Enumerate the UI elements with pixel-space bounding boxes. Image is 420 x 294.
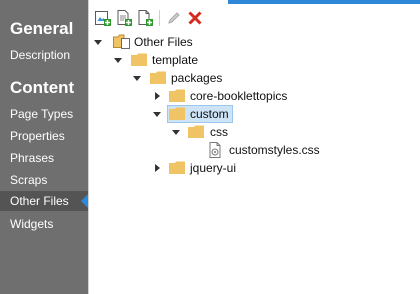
tree-node-packages[interactable]: packages	[89, 69, 420, 87]
tree-node-label: core-booklettopics	[190, 89, 288, 103]
file-tree: Other Files template packages core-bookl…	[89, 32, 420, 294]
root-folder-icon	[113, 34, 130, 49]
sidebar-item-widgets[interactable]: Widgets	[0, 214, 88, 234]
folder-icon	[150, 71, 166, 84]
add-file-icon	[117, 10, 132, 26]
add-file-button[interactable]	[115, 9, 133, 27]
folder-icon	[169, 89, 185, 102]
sidebar-item-scraps[interactable]: Scraps	[0, 170, 88, 190]
content-heading: Content	[10, 78, 75, 97]
general-heading: General	[10, 19, 74, 38]
collapse-toggle[interactable]	[92, 36, 104, 48]
sidebar-item-properties[interactable]: Properties	[0, 126, 88, 146]
tree-node-template[interactable]: template	[89, 51, 420, 69]
delete-button[interactable]	[186, 9, 204, 27]
folder-icon	[131, 53, 147, 66]
tree-node-other-files[interactable]: Other Files	[89, 33, 420, 51]
collapse-toggle[interactable]	[112, 54, 124, 66]
tree-node-label: customstyles.css	[229, 143, 320, 157]
tree-node-label: packages	[171, 71, 223, 85]
tree-node-label: template	[152, 53, 199, 67]
tree-node-label: custom	[190, 107, 229, 121]
tree-node-css[interactable]: css	[89, 123, 420, 141]
upload-file-icon	[138, 10, 153, 26]
css-file-icon	[209, 142, 221, 158]
tree-node-label: jquery-ui	[190, 161, 237, 175]
expand-toggle[interactable]	[151, 162, 163, 174]
tree-node-jquery-ui[interactable]: jquery-ui	[89, 159, 420, 177]
sidebar-item-description[interactable]: Description	[0, 45, 88, 65]
file-toolbar	[89, 4, 420, 32]
sidebar-item-page-types[interactable]: Page Types	[0, 104, 88, 124]
tree-node-custom[interactable]: custom	[89, 105, 420, 123]
settings-sidebar: General Description Content Page Types P…	[0, 0, 88, 294]
sidebar-item-other-files[interactable]: Other Files	[0, 191, 88, 211]
expand-toggle[interactable]	[151, 90, 163, 102]
add-folder-icon	[95, 11, 111, 26]
edit-button[interactable]	[165, 9, 183, 27]
active-item-pointer	[81, 194, 88, 208]
folder-icon	[169, 161, 185, 174]
folder-icon	[169, 107, 185, 120]
tree-node-label: css	[210, 125, 228, 139]
tree-node-label: Other Files	[134, 35, 193, 49]
add-folder-button[interactable]	[94, 9, 112, 27]
tree-node-core-booklettopics[interactable]: core-booklettopics	[89, 87, 420, 105]
tree-node-customstyles-css[interactable]: customstyles.css	[89, 141, 420, 159]
edit-icon	[168, 12, 180, 24]
collapse-toggle[interactable]	[131, 72, 143, 84]
collapse-toggle[interactable]	[151, 108, 163, 120]
upload-file-button[interactable]	[136, 9, 154, 27]
toolbar-separator	[159, 10, 160, 26]
sidebar-item-phrases[interactable]: Phrases	[0, 148, 88, 168]
folder-icon	[188, 125, 204, 138]
collapse-toggle[interactable]	[170, 126, 182, 138]
delete-icon	[188, 11, 202, 25]
